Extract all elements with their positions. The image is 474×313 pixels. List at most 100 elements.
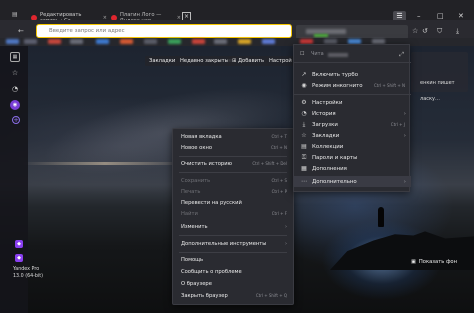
customize-chip[interactable]: Настрой <box>265 56 296 66</box>
bookmark-item[interactable] <box>192 39 205 44</box>
add-label: Добавить <box>238 58 265 64</box>
menu-settings[interactable]: ⚙ Настройки <box>294 97 411 108</box>
show-background-button[interactable]: ▣ Показать фон <box>411 259 457 265</box>
profile-blurred[interactable] <box>296 25 408 39</box>
ctx-item-shortcut: Ctrl + S <box>271 178 287 183</box>
tabs-list-icon[interactable]: ▤ <box>12 11 20 20</box>
main-menu-header: ☐ Чита ⤢ <box>294 45 411 63</box>
bookmark-star-icon[interactable]: ☆ <box>412 27 418 35</box>
ctx-help[interactable]: Помощь <box>181 255 287 264</box>
menu-downloads[interactable]: ⤓ Загрузки Ctrl + J <box>294 119 411 130</box>
blurred-info <box>328 53 348 57</box>
version-name: Yandex Pro <box>13 267 40 272</box>
history-back-icon[interactable]: ↺ <box>422 27 428 35</box>
menu-extensions[interactable]: ▦ Дополнения <box>294 163 411 174</box>
add-chip[interactable]: ⊞ Добавить <box>228 56 269 66</box>
ctx-item-label: Сообщить о проблеме <box>181 268 242 275</box>
bookmark-item[interactable] <box>120 39 133 44</box>
bookmark-item[interactable] <box>144 39 157 44</box>
sidebar-history-icon[interactable]: ◔ <box>10 84 20 94</box>
menu-item-label: Дополнения <box>312 165 347 172</box>
ctx-item-label: Найти <box>181 210 198 217</box>
bookmark-item[interactable] <box>262 39 275 44</box>
news-tile[interactable] <box>411 52 468 92</box>
recently-closed-chip[interactable]: Недавно закрытые <box>176 56 236 66</box>
maximize-icon[interactable]: □ <box>437 12 444 20</box>
extensions-icon: ▦ <box>301 165 307 172</box>
bookmarks-chip[interactable]: Закладки <box>145 56 180 66</box>
menu-turbo[interactable]: ↗ Включить турбо <box>294 69 411 80</box>
menu-item-label: Дополнительно <box>312 178 357 185</box>
menu-divider <box>294 94 411 95</box>
ctx-close-browser[interactable]: Закрыть браузер Ctrl + Shift + Q <box>181 291 287 300</box>
bookmark-item[interactable] <box>214 39 227 44</box>
bookmark-item[interactable] <box>6 39 19 44</box>
menu-collections[interactable]: ▤ Коллекции <box>294 141 411 152</box>
ctx-item-shortcut: Ctrl + Shift + Q <box>255 293 287 298</box>
ctx-item-label: Изменить <box>181 223 208 230</box>
menu-more[interactable]: ⋯ Дополнительно › <box>294 176 411 187</box>
chevron-right-icon: › <box>403 132 406 139</box>
chevron-right-icon: › <box>285 240 287 247</box>
sidebar-apps-icon[interactable]: ▦ <box>10 52 20 62</box>
address-bar[interactable] <box>36 24 292 38</box>
ctx-item-shortcut: Ctrl + T <box>271 134 287 139</box>
menu-item-label: Включить турбо <box>312 71 359 78</box>
menu-item-label: Пароли и карты <box>312 154 358 161</box>
bookmark-item[interactable] <box>70 39 83 44</box>
menu-item-shortcut: Ctrl + Shift + N <box>374 83 405 88</box>
sidebar-app-icon[interactable]: ◆ <box>15 254 23 262</box>
settings-icon: ⚙ <box>301 99 307 106</box>
ctx-new-tab[interactable]: Новая вкладка Ctrl + T <box>181 132 287 141</box>
ctx-translate[interactable]: Перевести на русский <box>181 198 287 207</box>
menu-history[interactable]: ◔ История › <box>294 108 411 119</box>
ctx-print: Печать Ctrl + P <box>181 187 287 196</box>
menu-passwords[interactable]: ⚿ Пароли и карты <box>294 152 411 163</box>
bookmark-item[interactable] <box>238 39 251 44</box>
reader-label[interactable]: Чита <box>311 51 324 57</box>
ctx-find: Найти Ctrl + F <box>181 209 287 218</box>
menu-bookmarks[interactable]: ☆ Закладки › <box>294 130 411 141</box>
sidebar-version: Yandex Pro 13.0 (64-bit) <box>13 266 43 280</box>
incognito-icon: ◉ <box>301 82 307 89</box>
downloads-toolbar-icon[interactable]: ⤓ <box>456 27 459 36</box>
ctx-new-window[interactable]: Новое окно Ctrl + N <box>181 143 287 152</box>
ctx-item-label: Очистить историю <box>181 160 232 167</box>
bookmark-item[interactable] <box>48 39 61 44</box>
sidebar-bookmarks-icon[interactable]: ☆ <box>10 68 20 78</box>
profile-status-blurred <box>314 34 328 37</box>
ctx-item-label: О браузере <box>181 280 212 287</box>
close-window-icon[interactable]: ✕ <box>458 12 464 20</box>
menu-item-label: Настройки <box>312 99 343 106</box>
address-input[interactable] <box>37 25 291 37</box>
ctx-edit[interactable]: Изменить › <box>181 222 287 231</box>
ctx-more-tools[interactable]: Дополнительные инструменты › <box>181 239 287 248</box>
protect-icon[interactable]: ⛉ <box>437 27 442 36</box>
ctx-item-label: Закрыть браузер <box>181 292 228 299</box>
ctx-about[interactable]: О браузере <box>181 279 287 288</box>
bookmark-item[interactable] <box>168 39 181 44</box>
tile-text: енкин пишет <box>420 80 455 86</box>
chevron-right-icon: › <box>285 223 287 230</box>
sidebar-alice-icon[interactable]: ◉ <box>10 100 20 110</box>
ctx-item-label: Перевести на русский <box>181 199 242 206</box>
bookmark-item[interactable] <box>96 39 109 44</box>
ctx-item-shortcut: Ctrl + F <box>271 211 287 216</box>
menu-incognito[interactable]: ◉ Режим инкогнито Ctrl + Shift + N <box>294 80 411 91</box>
sidebar-add-icon[interactable]: + <box>12 116 20 124</box>
minimize-icon[interactable]: – <box>417 12 421 20</box>
more-icon: ⋯ <box>301 178 307 185</box>
bookmark-item[interactable] <box>24 39 37 44</box>
ctx-divider <box>179 156 287 157</box>
ctx-divider <box>179 235 287 236</box>
ctx-item-label: Сохранить <box>181 177 211 184</box>
expand-icon[interactable]: ⤢ <box>399 51 404 59</box>
chevron-right-icon: › <box>403 178 406 185</box>
main-menu: ☐ Чита ⤢ ↗ Включить турбо ◉ Режим инкогн… <box>293 44 411 192</box>
sidebar-app-icon[interactable]: ◆ <box>15 240 23 248</box>
reader-icon[interactable]: ☐ <box>300 51 304 57</box>
ctx-item-label: Новое окно <box>181 144 213 151</box>
back-icon[interactable]: ← <box>18 27 24 35</box>
ctx-report-problem[interactable]: Сообщить о проблеме <box>181 267 287 276</box>
ctx-clear-history[interactable]: Очистить историю Ctrl + Shift + Del <box>181 159 287 168</box>
